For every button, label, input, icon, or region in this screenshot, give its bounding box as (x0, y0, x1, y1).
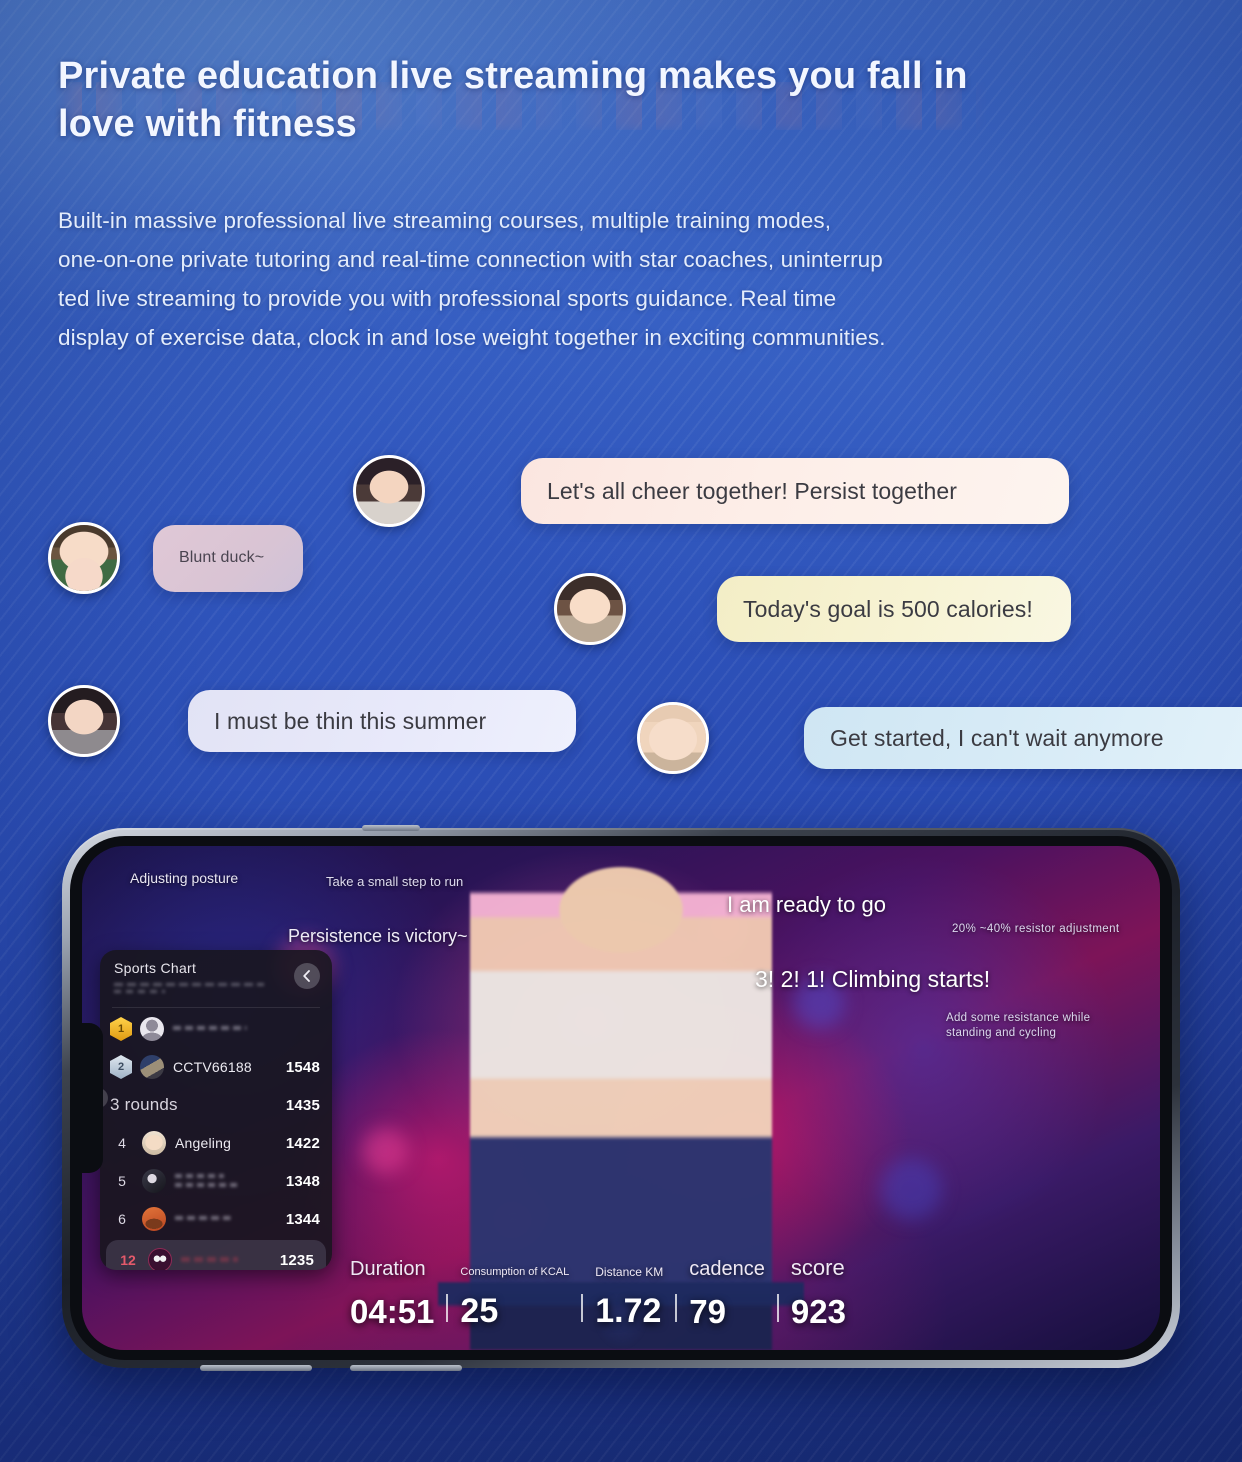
stat-divider (581, 1294, 584, 1322)
leaderboard-rank: 12 (120, 1252, 136, 1268)
phone-volume-up-button[interactable] (200, 1365, 312, 1371)
overlay-adjusting-posture: Adjusting posture (130, 870, 239, 886)
sports-chart-panel: Sports Chart 1 2 CCTV66188 1548 3 rounds… (100, 950, 332, 1270)
leaderboard-name (173, 1018, 320, 1040)
chat-bubble: Blunt duck~ (153, 524, 303, 592)
stat-label: score (790, 1255, 845, 1280)
avatar (637, 702, 709, 774)
chevron-left-icon (303, 970, 310, 982)
chat-bubble: Today's goal is 500 calories! (717, 576, 1071, 642)
table-row[interactable]: 1 (100, 1010, 332, 1048)
table-row[interactable]: 5 1348 (100, 1162, 332, 1200)
phone-volume-down-button[interactable] (350, 1365, 462, 1371)
phone-notch (82, 1023, 103, 1173)
stat-duration: Duration 04:51 (350, 1259, 434, 1328)
stat-value: 04:51 (350, 1293, 435, 1330)
table-row[interactable]: 3 rounds 1435 (100, 1086, 332, 1124)
overlay-resistor-adjustment: 20% ~40% resistor adjustment (952, 923, 1120, 935)
chat-bubble: Let's all cheer together! Persist togeth… (521, 458, 1069, 524)
leaderboard-name: Angeling (175, 1135, 232, 1151)
stat-label: Distance KM (595, 1265, 664, 1279)
sports-chart-rows: 1 2 CCTV66188 1548 3 rounds 1435 4 Angel… (100, 1008, 332, 1270)
phone-power-button[interactable] (362, 825, 420, 831)
overlay-small-step: Take a small step to run (326, 874, 464, 889)
chat-message-goal: Today's goal is 500 calories! (554, 573, 1071, 645)
stat-divider (446, 1294, 449, 1322)
leaderboard-score: 1348 (285, 1172, 320, 1190)
leaderboard-name (181, 1249, 280, 1270)
overlay-climbing-starts: 3! 2! 1! Climbing starts! (755, 966, 991, 992)
avatar (148, 1248, 172, 1270)
chat-message-cheer: Let's all cheer together! Persist togeth… (353, 455, 1069, 527)
stat-value: 79 (689, 1293, 726, 1330)
leaderboard-rank: 6 (118, 1211, 126, 1227)
sports-chart-back-button[interactable] (294, 963, 320, 989)
leaderboard-rank: 5 (118, 1173, 126, 1189)
chat-bubble: Get started, I can't wait anymore (804, 707, 1242, 769)
leaderboard-score: 1344 (285, 1210, 320, 1228)
phone-screen: Adjusting posture Take a small step to r… (82, 846, 1160, 1350)
stat-cadence: cadence 79 (689, 1259, 765, 1328)
stat-value: 25 (460, 1292, 499, 1330)
stat-label: cadence (689, 1258, 765, 1280)
table-row[interactable]: 2 CCTV66188 1548 (100, 1048, 332, 1086)
avatar (140, 1055, 164, 1079)
rank-badge-silver: 2 (110, 1055, 132, 1079)
stat-value: 923 (790, 1293, 846, 1330)
avatar (48, 522, 120, 594)
stat-label: Consumption of KCAL (460, 1266, 570, 1278)
overlay-persistence: Persistence is victory~ (288, 926, 468, 946)
avatar (554, 573, 626, 645)
leaderboard-name: 3 rounds (110, 1095, 178, 1114)
stat-kcal: Consumption of KCAL 25 (460, 1266, 570, 1330)
table-row[interactable]: 6 1344 (100, 1200, 332, 1238)
avatar (140, 1017, 164, 1041)
stat-distance: Distance KM 1.72 (595, 1266, 663, 1328)
avatar (353, 455, 425, 527)
avatar (142, 1131, 166, 1155)
avatar (142, 1207, 166, 1231)
leaderboard-name: CCTV66188 (173, 1059, 252, 1075)
leaderboard-name (175, 1208, 286, 1230)
leaderboard-score: 1548 (285, 1058, 320, 1076)
sports-chart-header: Sports Chart (100, 950, 332, 1003)
leaderboard-name (175, 1170, 286, 1192)
chat-message-thin-summer: I must be thin this summer (48, 685, 576, 757)
sports-chart-title: Sports Chart (114, 960, 197, 976)
chat-bubble: I must be thin this summer (188, 690, 576, 752)
stat-label: Duration (350, 1258, 426, 1280)
stat-divider (776, 1294, 779, 1322)
stat-value: 1.72 (595, 1292, 662, 1330)
bokeh-light (879, 1158, 942, 1221)
phone-mockup: Adjusting posture Take a small step to r… (62, 825, 1180, 1371)
table-row[interactable]: 4 Angeling 1422 (100, 1124, 332, 1162)
stat-score: score 923 (790, 1255, 846, 1330)
avatar (142, 1169, 166, 1193)
stat-divider (675, 1294, 678, 1322)
chat-message-get-started: Get started, I can't wait anymore (637, 702, 1242, 774)
overlay-ready-to-go: I am ready to go (727, 892, 886, 917)
leaderboard-score: 1435 (285, 1096, 320, 1114)
sports-chart-subtitle (114, 981, 264, 997)
avatar (48, 685, 120, 757)
leaderboard-score: 1422 (285, 1134, 320, 1152)
workout-stats-bar: Duration 04:51 Consumption of KCAL 25 Di… (350, 1255, 1128, 1330)
overlay-add-resistance: Add some resistance while standing and c… (946, 1012, 1091, 1039)
table-row-current-user[interactable]: 12 1235 (106, 1240, 326, 1270)
rank-badge-gold: 1 (110, 1017, 132, 1041)
leaderboard-rank: 4 (118, 1135, 126, 1151)
chat-message-blunt-duck: Blunt duck~ (48, 522, 303, 594)
leaderboard-score: 1235 (279, 1251, 314, 1269)
